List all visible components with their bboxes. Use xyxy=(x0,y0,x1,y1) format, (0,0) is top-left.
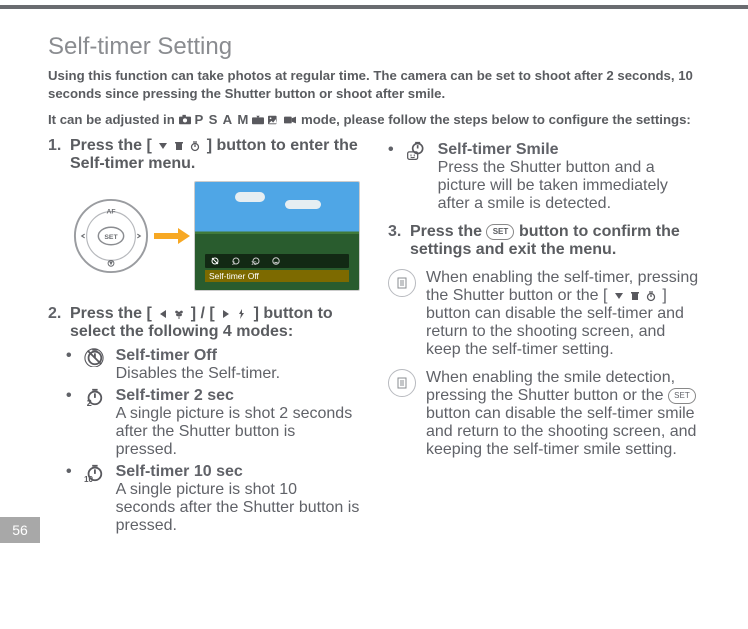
selftimer-off-mini-icon xyxy=(209,256,223,266)
mode-item-off: • Self-timer OffDisables the Self-timer. xyxy=(66,347,360,383)
camera-icon xyxy=(178,114,192,126)
mode-item-2sec: • 2 Self-timer 2 secA single picture is … xyxy=(66,387,360,459)
down-trash-timer-glyph xyxy=(156,140,202,152)
right-triangle-icon xyxy=(219,308,233,320)
svg-text:SET: SET xyxy=(104,234,118,241)
selftimer-smile-icon xyxy=(404,141,428,213)
scene-picture-icon xyxy=(251,114,265,126)
step-2: 2. Press the [ ] / [ ] button to select … xyxy=(48,305,360,341)
down-trash-timer-glyph xyxy=(612,290,658,302)
timer-clock-icon xyxy=(188,140,202,152)
trash-can-icon xyxy=(628,290,642,302)
note-2: When enabling the smile detection, press… xyxy=(388,369,700,459)
mode-letters: P S A M xyxy=(194,111,249,129)
intro-line-1: Using this function can take photos at r… xyxy=(48,67,700,103)
svg-text:AF: AF xyxy=(106,209,115,216)
page-number-tab: 56 xyxy=(0,517,40,543)
selftimer-smile-mini-icon xyxy=(269,256,283,266)
flower-icon xyxy=(172,308,186,320)
note-1: When enabling the self-timer, pressing t… xyxy=(388,269,700,359)
selftimer-2sec-icon: 2 xyxy=(82,387,106,459)
orange-right-arrow-icon xyxy=(152,226,192,246)
svg-text:10: 10 xyxy=(84,475,94,483)
timer-option-bar: 2 10 xyxy=(205,254,349,268)
video-camera-icon xyxy=(283,114,297,126)
svg-text:2: 2 xyxy=(86,398,91,407)
step-3: 3. Press the SET button to confirm the s… xyxy=(388,223,700,259)
step-1: 1. Press the [ ] button to enter the Sel… xyxy=(48,137,360,173)
timer-overlay-label: Self-timer Off xyxy=(205,270,349,282)
mode-icons-row: P S A M xyxy=(178,111,297,129)
selftimer-10s-mini-icon: 10 xyxy=(249,256,263,266)
mode-item-smile: • Self-timer SmilePress the Shutter butt… xyxy=(388,141,700,213)
step-number: 3. xyxy=(388,223,402,259)
left-macro-glyph xyxy=(156,308,186,320)
selftimer-10sec-icon: 10 xyxy=(82,463,106,535)
bolt-icon xyxy=(235,308,249,320)
trash-can-icon xyxy=(172,140,186,152)
set-button-icon: SET xyxy=(486,224,514,240)
set-button-icon: SET xyxy=(668,388,696,404)
preview-screenshot: 2 10 Self-timer Off xyxy=(194,181,360,291)
left-triangle-icon xyxy=(156,308,170,320)
step-number: 1. xyxy=(48,137,62,173)
document-lines-icon xyxy=(388,269,416,297)
page-title: Self-timer Setting xyxy=(48,33,700,61)
svg-text:2: 2 xyxy=(232,261,235,266)
timer-clock-icon xyxy=(644,290,658,302)
dial-set-button-graphic: SET AF xyxy=(72,197,150,275)
down-triangle-icon xyxy=(612,290,626,302)
step1-illustration: SET AF 2 10 xyxy=(72,181,360,291)
selftimer-2s-mini-icon: 2 xyxy=(229,256,243,266)
down-triangle-icon xyxy=(156,140,170,152)
scene-picture2-icon xyxy=(267,114,281,126)
selftimer-off-icon xyxy=(82,347,106,383)
mode-item-10sec: • 10 Self-timer 10 secA single picture i… xyxy=(66,463,360,535)
svg-text:10: 10 xyxy=(251,261,257,266)
intro-line-2: It can be adjusted in P S A M mode, plea… xyxy=(48,111,700,129)
right-flash-glyph xyxy=(219,308,249,320)
document-lines-icon xyxy=(388,369,416,397)
step-number: 2. xyxy=(48,305,62,341)
